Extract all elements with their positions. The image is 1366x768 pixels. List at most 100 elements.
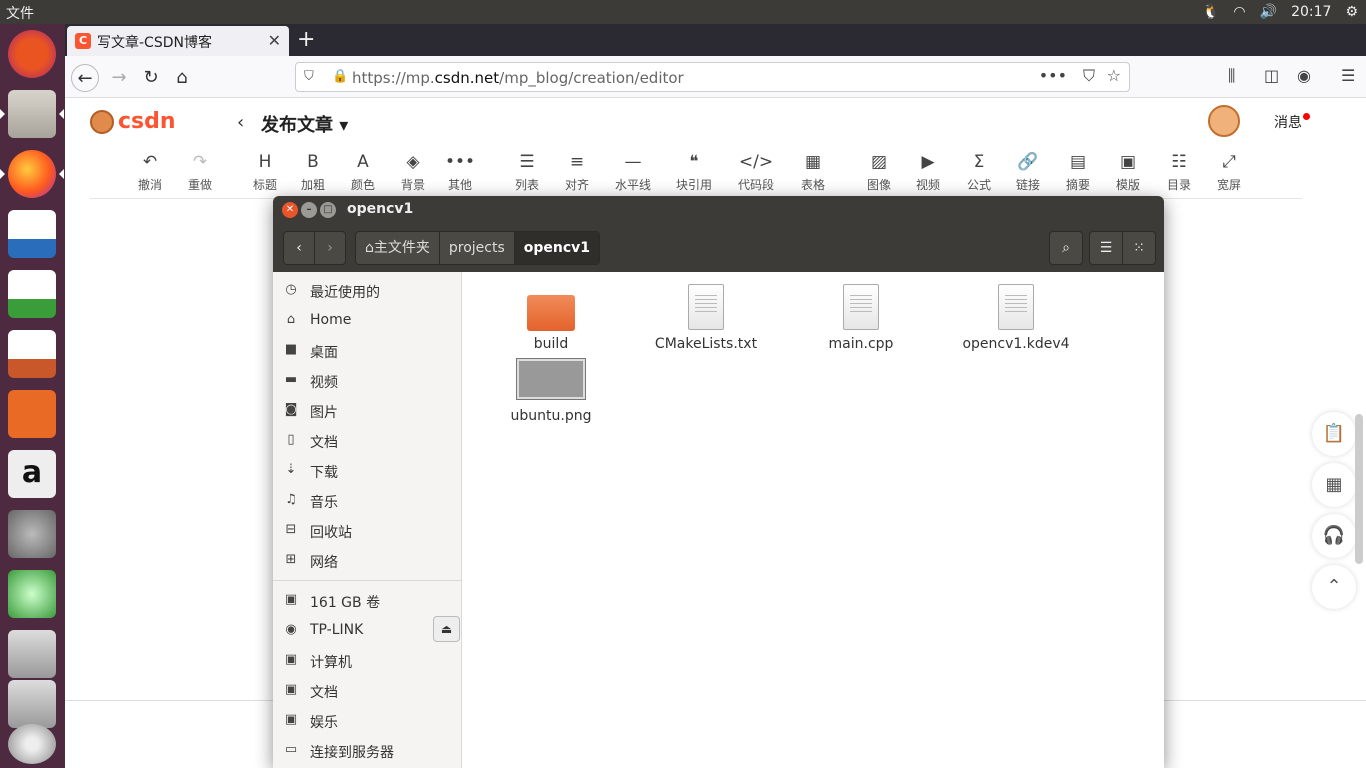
drive-icon[interactable]	[8, 680, 56, 728]
tab-csdn-editor[interactable]: C 写文章-CSDN博客 ✕	[67, 26, 289, 56]
url-bar[interactable]: ⛉ 🔒 https://mp.csdn.net/mp_blog/creation…	[295, 62, 1130, 92]
toolbar-more-button[interactable]: ••• 其他	[435, 150, 485, 193]
pocket-icon[interactable]: ⛉	[1083, 66, 1095, 86]
amazon-icon[interactable]: a	[8, 450, 56, 498]
eject-icon[interactable]: ⏏	[433, 616, 460, 642]
sidebar-item[interactable]: ▯ 文档	[273, 426, 461, 456]
grid-view-icon[interactable]: ⁙	[1122, 231, 1156, 265]
menu-icon[interactable]: ☰	[1341, 66, 1355, 85]
writer-icon[interactable]	[8, 210, 56, 258]
toolbar-hr-button[interactable]: — 水平线	[608, 150, 658, 193]
toolbar-quote-button[interactable]: ❝ 块引用	[669, 150, 719, 193]
active-app-name[interactable]: 文件	[6, 3, 34, 23]
toolbar-background-button[interactable]: ◈ 背景	[388, 150, 438, 193]
sidebar-item[interactable]: ▣ 计算机	[273, 646, 461, 676]
minimize-window-icon[interactable]: –	[301, 202, 317, 218]
page-scrollbar[interactable]	[1355, 414, 1363, 564]
toolbar-redo-button[interactable]: ↷ 重做	[175, 150, 225, 193]
messages-link[interactable]: 消息	[1274, 112, 1302, 132]
back-to-top-icon[interactable]: ⌃	[1312, 565, 1356, 609]
sidebar-item[interactable]: ■ 桌面	[273, 336, 461, 366]
sidebar-item[interactable]: ◷ 最近使用的	[273, 276, 461, 306]
page-title[interactable]: 发布文章 ▾	[261, 111, 348, 137]
shield-icon[interactable]: ⛉	[304, 69, 314, 84]
avatar[interactable]	[1208, 105, 1240, 137]
toolbar-link-button[interactable]: 🔗 链接	[1003, 150, 1053, 193]
library-icon[interactable]: ⫼	[1228, 66, 1235, 86]
kde-tool-icon[interactable]	[8, 570, 56, 618]
home-icon[interactable]: ⌂	[168, 64, 196, 92]
toolbar-widescreen-button[interactable]: ⤢ 宽屏	[1204, 150, 1254, 193]
reload-icon[interactable]: ↻	[137, 64, 165, 92]
drive-icon[interactable]	[8, 630, 56, 678]
sidebar-item[interactable]: ◙ 图片	[273, 396, 461, 426]
back-icon[interactable]: ←	[71, 64, 99, 92]
toolbar-toc-button[interactable]: ☷ 目录	[1154, 150, 1204, 193]
bookmark-star-icon[interactable]: ☆	[1107, 66, 1121, 85]
sidebar-item[interactable]: ▣ 161 GB 卷	[273, 586, 461, 616]
chevron-left-icon[interactable]: ‹	[237, 112, 244, 133]
csdn-logo[interactable]: CSDN	[90, 109, 176, 134]
sidebar-item[interactable]: ▬ 视频	[273, 366, 461, 396]
toolbar-template-button[interactable]: ▣ 模版	[1103, 150, 1153, 193]
firefox-icon[interactable]	[0, 150, 64, 198]
toolbar-align-button[interactable]: ≡ 对齐	[552, 150, 602, 193]
file-item[interactable]: ubuntu.png	[491, 354, 611, 424]
files-icon[interactable]	[0, 90, 64, 138]
dvd-icon[interactable]	[8, 724, 56, 764]
back-nav-icon[interactable]: ‹	[283, 231, 315, 265]
sidebar-item[interactable]: ▣ 娱乐	[273, 706, 461, 736]
forward-nav-icon[interactable]: ›	[314, 231, 346, 265]
list-view-icon[interactable]: ☰	[1089, 231, 1123, 265]
ubuntu-dash-icon[interactable]	[8, 30, 56, 78]
clock[interactable]: 20:17	[1291, 4, 1331, 20]
page-actions-icon[interactable]: •••	[1039, 66, 1067, 85]
toolbar-summary-button[interactable]: ▤ 摘要	[1053, 150, 1103, 193]
breadcrumb-home[interactable]: ⌂主文件夹	[356, 232, 440, 264]
account-icon[interactable]: ◉	[1297, 66, 1311, 85]
lock-icon[interactable]: 🔒	[332, 69, 348, 84]
sidebar-item[interactable]: ▣ 文档	[273, 676, 461, 706]
close-window-icon[interactable]: ✕	[282, 202, 298, 218]
penguin-icon[interactable]: 🐧	[1202, 4, 1219, 20]
sidebar-item[interactable]: ▭ 连接到服务器	[273, 736, 461, 766]
wifi-icon[interactable]: ◠	[1233, 4, 1245, 20]
software-center-icon[interactable]	[8, 390, 56, 438]
toolbar-list-button[interactable]: ☰ 列表	[502, 150, 552, 193]
maximize-window-icon[interactable]: □	[320, 202, 336, 218]
toolbar-table-button[interactable]: ▦ 表格	[788, 150, 838, 193]
sidebar-icon[interactable]: ◫	[1264, 66, 1279, 85]
toolbar-code-button[interactable]: </> 代码段	[731, 150, 781, 193]
breadcrumb-projects[interactable]: projects	[440, 232, 515, 264]
toolbar-heading-button[interactable]: H 标题	[240, 150, 290, 193]
sidebar-item[interactable]: ⌂ Home	[273, 306, 461, 336]
file-item[interactable]: opencv1.kdev4	[956, 282, 1076, 352]
new-tab-icon[interactable]: +	[297, 27, 315, 52]
search-icon[interactable]: ⌕	[1049, 231, 1083, 265]
breadcrumb-opencv1[interactable]: opencv1	[514, 232, 600, 264]
impress-icon[interactable]	[8, 330, 56, 378]
clipboard-icon[interactable]: 📋	[1312, 412, 1356, 456]
url-text[interactable]: https://mp.csdn.net/mp_blog/creation/edi…	[352, 69, 684, 87]
toolbar-image-button[interactable]: ▨ 图像	[854, 150, 904, 193]
toolbar-formula-button[interactable]: Σ 公式	[954, 150, 1004, 193]
sidebar-item[interactable]: ⊟ 回收站	[273, 516, 461, 546]
system-settings-icon[interactable]	[8, 510, 56, 558]
qrcode-icon[interactable]: ▦	[1312, 463, 1356, 507]
toolbar-font-color-button[interactable]: A 颜色	[338, 150, 388, 193]
toolbar-undo-button[interactable]: ↶ 撤消	[125, 150, 175, 193]
file-item[interactable]: build	[491, 282, 611, 352]
close-tab-icon[interactable]: ✕	[268, 31, 281, 50]
sidebar-item[interactable]: ⇣ 下载	[273, 456, 461, 486]
toolbar-bold-button[interactable]: B 加粗	[288, 150, 338, 193]
headset-icon[interactable]: 🎧	[1312, 514, 1356, 558]
window-titlebar[interactable]: ✕ – □ opencv1	[273, 196, 1164, 224]
power-gear-icon[interactable]: ⚙	[1345, 4, 1358, 20]
toolbar-video-button[interactable]: ▶ 视频	[903, 150, 953, 193]
calc-icon[interactable]	[8, 270, 56, 318]
forward-icon[interactable]: →	[105, 64, 133, 92]
sidebar-item[interactable]: ♫ 音乐	[273, 486, 461, 516]
file-item[interactable]: main.cpp	[801, 282, 921, 352]
volume-icon[interactable]: 🔊	[1260, 4, 1277, 20]
file-item[interactable]: CMakeLists.txt	[646, 282, 766, 352]
